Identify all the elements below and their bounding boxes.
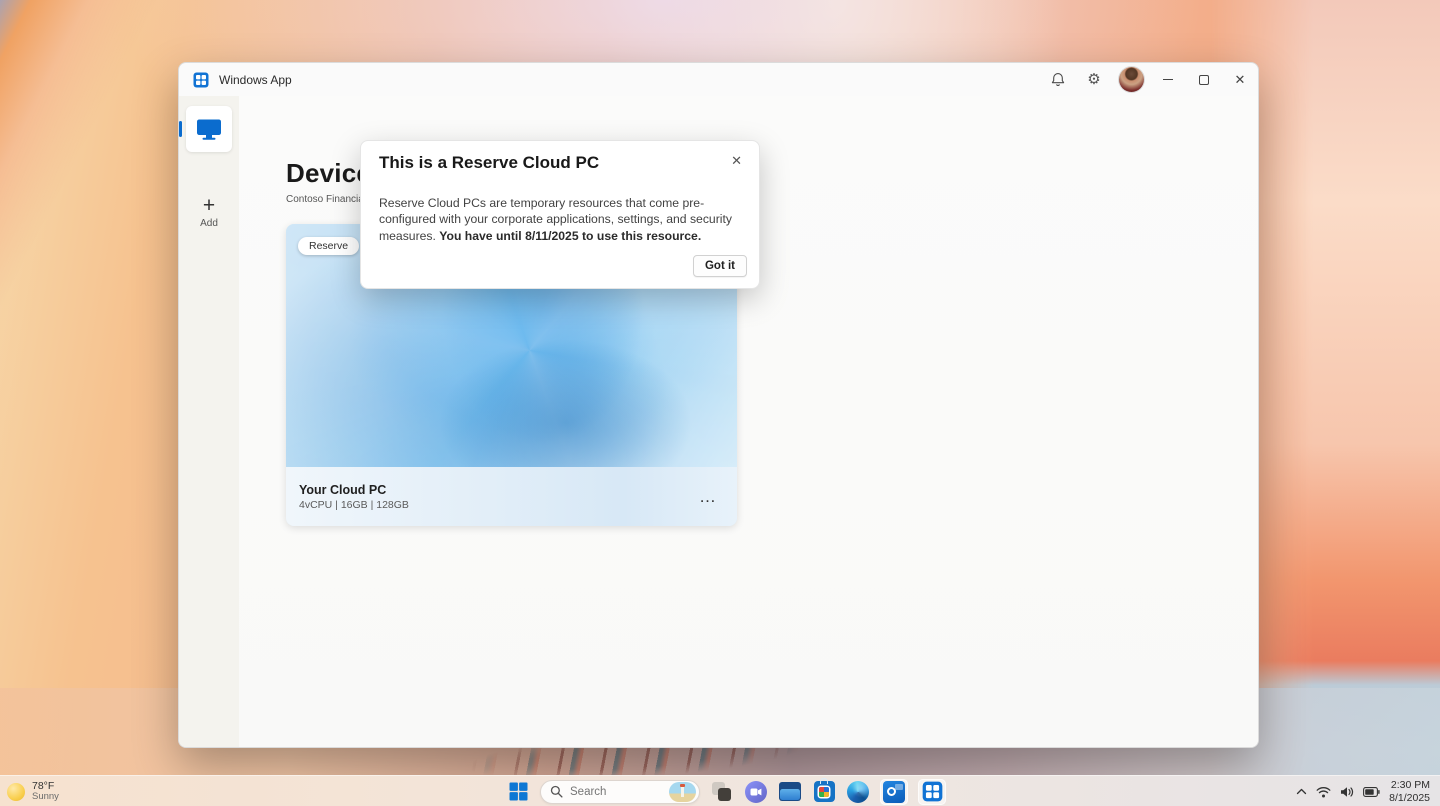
outlook-icon: [883, 781, 905, 803]
got-it-button[interactable]: Got it: [693, 255, 747, 277]
video-camera-glyph: [750, 787, 762, 797]
gear-icon: ⚙: [1087, 72, 1100, 87]
start-button[interactable]: [506, 780, 530, 804]
dialog-close-button[interactable]: ✕: [727, 151, 746, 171]
windows-app-taskbar-button[interactable]: [918, 779, 946, 805]
more-options-icon[interactable]: …: [699, 492, 717, 502]
sidebar-item-devices[interactable]: [186, 106, 232, 152]
minimize-icon: [1163, 79, 1173, 80]
account-button[interactable]: [1112, 63, 1150, 96]
close-button[interactable]: ✕: [1222, 63, 1258, 96]
cloud-pc-card-titles: Your Cloud PC 4vCPU | 16GB | 128GB: [299, 483, 409, 511]
taskbar-search-box[interactable]: [540, 780, 700, 804]
edge-icon: [847, 781, 869, 803]
task-view-button[interactable]: [710, 780, 734, 804]
search-input[interactable]: [570, 786, 662, 798]
file-explorer-icon: [779, 782, 801, 801]
windows-app-icon: [922, 781, 943, 802]
wifi-icon: [1316, 786, 1331, 798]
search-highlights-image[interactable]: [669, 782, 696, 802]
chevron-up-icon: [1296, 788, 1307, 795]
volume-button[interactable]: [1340, 786, 1354, 798]
dialog-body: Reserve Cloud PCs are temporary resource…: [379, 195, 735, 244]
settings-button[interactable]: ⚙: [1076, 63, 1112, 96]
battery-button[interactable]: [1363, 787, 1380, 797]
outlook-button[interactable]: [880, 779, 908, 805]
sidebar: + Add: [179, 96, 239, 747]
close-icon: ✕: [1235, 72, 1246, 88]
clock-button[interactable]: 2:30 PM 8/1/2025: [1389, 779, 1430, 804]
windows-app-logo-icon: [193, 72, 209, 88]
add-plus-icon: +: [179, 196, 239, 216]
maximize-button[interactable]: [1186, 63, 1222, 96]
selected-nav-indicator: [179, 121, 182, 137]
cloud-pc-specs: 4vCPU | 16GB | 128GB: [299, 499, 409, 511]
tray-date: 8/1/2025: [1389, 792, 1430, 805]
battery-icon: [1363, 787, 1380, 797]
window-titlebar[interactable]: Windows App ⚙: [179, 63, 1258, 96]
folder-front: [780, 789, 800, 800]
widgets-weather-button[interactable]: 78°F Sunny: [7, 776, 59, 806]
add-label: Add: [179, 218, 239, 229]
bell-icon: [1050, 72, 1066, 87]
maximize-icon: [1199, 75, 1209, 85]
reserve-cloud-pc-dialog: This is a Reserve Cloud PC ✕ Reserve Clo…: [360, 140, 760, 289]
system-tray: 2:30 PM 8/1/2025: [1296, 776, 1440, 806]
teams-chat-button[interactable]: [744, 780, 768, 804]
store-window-flag: [819, 787, 829, 797]
network-button[interactable]: [1316, 786, 1331, 798]
sun-icon: [7, 783, 25, 801]
weather-text: 78°F Sunny: [32, 780, 59, 803]
microsoft-store-icon: [814, 781, 835, 802]
teams-chat-icon: [745, 781, 767, 803]
dialog-body-bold-text: You have until 8/11/2025 to use this res…: [439, 229, 701, 243]
outlook-envelope-flap: [895, 784, 903, 790]
file-explorer-button[interactable]: [778, 780, 802, 804]
volume-icon: [1340, 786, 1354, 798]
cloud-pc-name: Your Cloud PC: [299, 483, 409, 497]
notification-bell-button[interactable]: [1040, 63, 1076, 96]
dialog-close-icon: ✕: [731, 153, 742, 168]
titlebar-controls: ⚙ ✕: [1040, 63, 1258, 96]
tray-overflow-button[interactable]: [1296, 788, 1307, 795]
task-view-icon-front: [718, 788, 731, 801]
weather-condition: Sunny: [32, 792, 59, 803]
store-bag-handle: [820, 778, 828, 784]
lighthouse-decoration: [681, 786, 684, 797]
desktop-wallpaper: Windows App ⚙: [0, 0, 1440, 806]
window-title: Windows App: [219, 73, 292, 87]
lighthouse-top-decoration: [680, 784, 685, 787]
start-icon: [509, 782, 528, 801]
cloud-pc-card-footer: Your Cloud PC 4vCPU | 16GB | 128GB …: [286, 467, 737, 526]
devices-monitor-icon: [196, 118, 222, 141]
search-icon: [550, 785, 563, 798]
dialog-actions: Got it: [693, 255, 747, 277]
taskbar-center: [506, 776, 946, 806]
user-avatar: [1119, 67, 1144, 92]
dialog-title: This is a Reserve Cloud PC: [379, 153, 599, 173]
microsoft-store-button[interactable]: [812, 780, 836, 804]
minimize-button[interactable]: [1150, 63, 1186, 96]
taskbar: 78°F Sunny: [0, 775, 1440, 806]
sidebar-add-button[interactable]: + Add: [179, 196, 239, 229]
tray-time: 2:30 PM: [1389, 779, 1430, 792]
reserve-badge: Reserve: [298, 237, 359, 255]
edge-button[interactable]: [846, 780, 870, 804]
